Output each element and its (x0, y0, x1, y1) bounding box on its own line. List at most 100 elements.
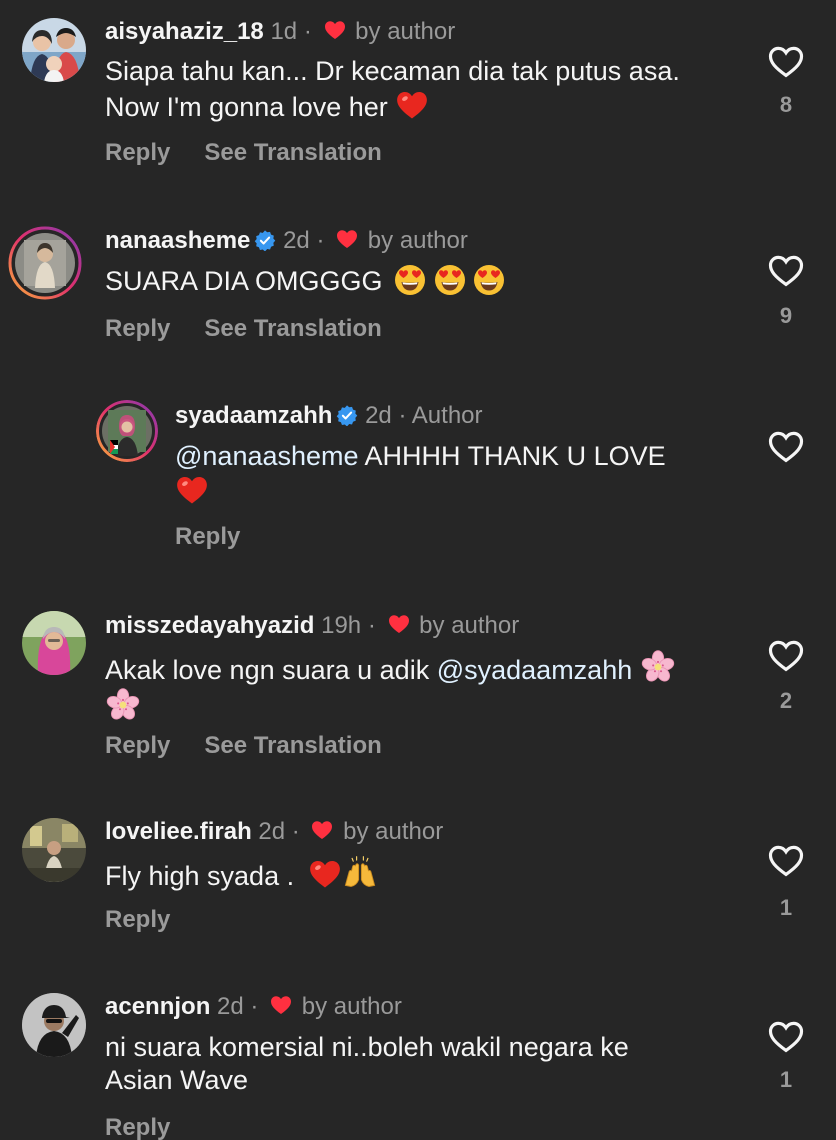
like-count[interactable]: 8 (766, 92, 806, 118)
comment-text-line (105, 687, 676, 729)
comment-text-line: Now I'm gonna love her (105, 88, 680, 124)
avatar[interactable] (22, 18, 86, 82)
like-control (766, 428, 806, 471)
comment-actions: Reply See Translation (105, 314, 382, 344)
like-control: 1 (766, 842, 806, 921)
photo-avatar-icon (22, 818, 86, 882)
separator: · (316, 227, 325, 254)
comment-text-segment: Akak love ngn suara u adik (105, 655, 430, 685)
heart-eyes-emoji-icon (394, 264, 426, 296)
author-label: Author (411, 402, 483, 429)
reply-button[interactable]: Reply (105, 139, 170, 166)
reply-button[interactable]: Reply (175, 523, 240, 550)
username[interactable]: syadaamzahh (175, 402, 332, 429)
comment-header: syadaamzahh 2d · Author (175, 401, 483, 431)
comment-text: Fly high syada . (105, 855, 378, 893)
mention-link[interactable]: @syadaamzahh (437, 655, 633, 685)
story-ring-avatar-icon (8, 226, 82, 300)
username[interactable]: loveliee.firah (105, 818, 252, 845)
like-control: 9 (766, 252, 806, 329)
mention-link[interactable]: @nanaasheme (175, 441, 359, 471)
comment-item: misszedayahyazid 19h · by author Akak lo… (0, 595, 836, 775)
man-cap-avatar-icon (22, 993, 86, 1057)
comment-text-line: Akak love ngn suara u adik @syadaamzahh (105, 649, 676, 687)
username[interactable]: acennjon (105, 993, 210, 1020)
comment-time: 2d (283, 227, 310, 254)
hijab-portrait-icon (22, 611, 86, 675)
comment-text-line: Asian Wave (105, 1065, 249, 1095)
comment-item: acennjon 2d · by author ni suara komersi… (0, 975, 836, 1140)
comment-text-line: ni suara komersial ni..boleh wakil negar… (105, 1032, 629, 1062)
raised-hands-emoji-icon (342, 855, 378, 891)
avatar[interactable] (96, 400, 158, 462)
like-control: 2 (766, 637, 806, 714)
avatar[interactable] (22, 611, 86, 675)
avatar[interactable] (8, 226, 82, 300)
username[interactable]: aisyahaziz_18 (105, 18, 264, 45)
avatar[interactable] (22, 818, 86, 882)
heart-outline-icon[interactable] (767, 842, 805, 880)
comment-time: 2d (258, 818, 286, 845)
heart-outline-icon[interactable] (767, 43, 805, 81)
like-control: 8 (766, 43, 806, 118)
like-count[interactable]: 9 (766, 303, 806, 329)
reply-button[interactable]: Reply (105, 732, 170, 759)
story-ring-avatar-icon (96, 400, 158, 462)
heart-icon (269, 993, 293, 1017)
comment-actions: Reply (105, 905, 170, 935)
cherry-blossom-emoji-icon (105, 687, 141, 723)
separator: · (398, 402, 407, 429)
red-heart-emoji-icon (175, 473, 209, 507)
see-translation-button[interactable]: See Translation (204, 315, 381, 342)
comment-text-line: @nanaasheme AHHHH THANK U LOVE (175, 440, 666, 473)
heart-icon (335, 227, 359, 251)
heart-icon (387, 612, 411, 636)
comment-actions: Reply See Translation (105, 731, 382, 761)
avatar[interactable] (22, 993, 86, 1057)
comment-text: Siapa tahu kan... Dr kecaman dia tak put… (105, 55, 680, 124)
red-heart-emoji-icon (308, 857, 342, 891)
comment-header: loveliee.firah 2d · by author (105, 817, 443, 847)
see-translation-button[interactable]: See Translation (204, 732, 381, 759)
liked-by-author-label: by author (355, 18, 456, 45)
couple-photo-icon (22, 18, 86, 82)
heart-icon (310, 818, 334, 842)
like-count[interactable]: 1 (766, 1067, 806, 1093)
comment-actions: Reply See Translation (105, 138, 382, 168)
separator: · (291, 818, 300, 845)
separator: · (303, 18, 312, 45)
heart-outline-icon[interactable] (767, 637, 805, 675)
cherry-blossom-emoji-icon (640, 649, 676, 685)
like-control: 1 (766, 1018, 806, 1093)
comment-item: loveliee.firah 2d · by author Fly high s… (0, 800, 836, 960)
separator: · (250, 993, 259, 1020)
separator: · (367, 612, 376, 639)
comment-time: 2d (217, 993, 244, 1020)
comment-text-line: Siapa tahu kan... Dr kecaman dia tak put… (105, 56, 680, 86)
heart-outline-icon[interactable] (767, 1018, 805, 1056)
like-count[interactable]: 1 (766, 895, 806, 921)
reply-button[interactable]: Reply (105, 1114, 170, 1140)
heart-outline-icon[interactable] (767, 252, 805, 290)
heart-eyes-emoji-icon (473, 264, 505, 296)
comment-text: Akak love ngn suara u adik @syadaamzahh (105, 649, 676, 729)
comment-header: nanaasheme 2d · by author (105, 226, 468, 256)
username[interactable]: misszedayahyazid (105, 612, 314, 639)
comment-text-line (175, 473, 666, 511)
reply-button[interactable]: Reply (105, 315, 170, 342)
comment-time: 1d (270, 18, 298, 45)
username[interactable]: nanaasheme (105, 227, 250, 254)
comment-header: misszedayahyazid 19h · by author (105, 611, 519, 641)
heart-outline-icon[interactable] (767, 428, 805, 466)
comment-actions: Reply (175, 522, 240, 552)
heart-icon (323, 18, 347, 42)
comment-text-segment: Now I'm gonna love her (105, 92, 388, 122)
heart-eyes-emoji-icon (434, 264, 466, 296)
comment-time: 19h (321, 612, 362, 639)
comment-text: SUARA DIA OMGGGG (105, 264, 505, 298)
reply-button[interactable]: Reply (105, 906, 170, 933)
comment-actions: Reply (105, 1113, 170, 1140)
like-count[interactable]: 2 (766, 688, 806, 714)
comment-text: @nanaasheme AHHHH THANK U LOVE (175, 440, 666, 511)
see-translation-button[interactable]: See Translation (204, 139, 381, 166)
